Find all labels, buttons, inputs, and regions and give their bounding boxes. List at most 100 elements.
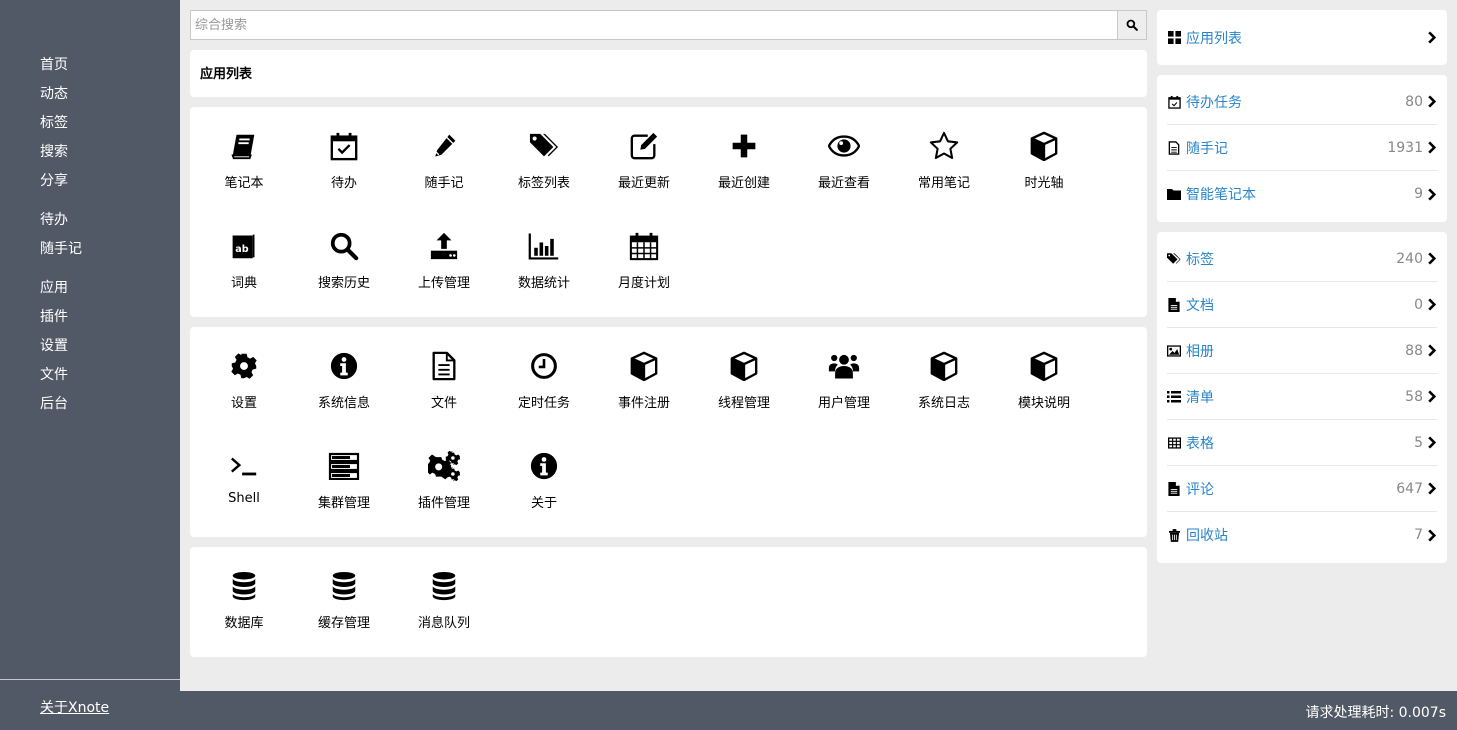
search-input[interactable] — [191, 11, 1117, 39]
sidebar-item-activity[interactable]: 动态 — [40, 84, 82, 113]
sidebar-item-admin[interactable]: 后台 — [40, 394, 82, 423]
cube-icon — [1028, 130, 1060, 162]
tags-icon — [528, 130, 560, 162]
right-item-count: 88 — [1405, 342, 1423, 359]
trash-icon — [1167, 528, 1181, 542]
app-label: 线程管理 — [717, 396, 770, 411]
right-item-count: 5 — [1414, 434, 1423, 451]
sidebar-item-tags[interactable]: 标签 — [40, 113, 82, 142]
app-label: 插件管理 — [417, 496, 470, 511]
calendar-check-icon — [1167, 95, 1181, 109]
right-list-item[interactable]: 随手记 1931 — [1167, 125, 1437, 171]
app-tile[interactable]: 搜索历史 — [294, 227, 394, 327]
sidebar-item-search[interactable]: 搜索 — [40, 142, 82, 171]
app-tile[interactable]: 标签列表 — [494, 127, 594, 227]
right-list-item[interactable]: 智能笔记本 9 — [1167, 171, 1437, 217]
app-tile[interactable]: 文件 — [394, 347, 494, 447]
app-label: 定时任务 — [517, 396, 570, 411]
app-tile[interactable]: 系统日志 — [894, 347, 994, 447]
app-label: 模块说明 — [1017, 396, 1070, 411]
sidebar-item-settings[interactable]: 设置 — [40, 336, 82, 365]
sidebar-item-share[interactable]: 分享 — [40, 171, 82, 200]
app-tile[interactable]: 缓存管理 — [294, 567, 394, 667]
pencil-icon — [428, 130, 460, 162]
app-tile[interactable]: 最近创建 — [694, 127, 794, 227]
search-button[interactable] — [1117, 11, 1146, 39]
sidebar-item-apps[interactable]: 应用 — [40, 278, 82, 307]
app-tile[interactable]: 月度计划 — [594, 227, 694, 327]
app-label: 上传管理 — [417, 276, 470, 291]
app-tile[interactable]: 消息队列 — [394, 567, 494, 667]
app-tile[interactable]: 设置 — [194, 347, 294, 447]
right-list-item[interactable]: 文档 0 — [1167, 282, 1437, 328]
app-label: 最近更新 — [617, 176, 670, 191]
about-xnote-link[interactable]: 关于Xnote — [40, 697, 109, 717]
app-tile[interactable]: 待办 — [294, 127, 394, 227]
sidebar-item-plugins[interactable]: 插件 — [40, 307, 82, 336]
app-tile[interactable]: 系统信息 — [294, 347, 394, 447]
chevron-right-icon — [1427, 252, 1437, 266]
app-tile[interactable]: 最近更新 — [594, 127, 694, 227]
app-tile[interactable]: 笔记本 — [194, 127, 294, 227]
app-tile[interactable]: 用户管理 — [794, 347, 894, 447]
app-tile[interactable]: Shell — [194, 447, 294, 547]
edit-icon — [628, 130, 660, 162]
right-list-item[interactable]: 相册 88 — [1167, 328, 1437, 374]
eye-icon — [828, 130, 860, 162]
right-item-count: 9 — [1414, 186, 1423, 202]
app-tile[interactable]: 线程管理 — [694, 347, 794, 447]
chevron-right-icon — [1427, 141, 1437, 155]
right-list-item[interactable]: 清单 58 — [1167, 374, 1437, 420]
right-list-item[interactable]: 标签 240 — [1167, 236, 1437, 282]
app-tile[interactable]: ab 词典 — [194, 227, 294, 327]
app-label: 标签列表 — [517, 176, 570, 191]
right-item-count: 7 — [1414, 527, 1423, 543]
sidebar-item-memo[interactable]: 随手记 — [40, 239, 82, 268]
app-tile[interactable]: 事件注册 — [594, 347, 694, 447]
search-icon — [328, 230, 360, 262]
book-icon — [228, 130, 260, 162]
app-tile[interactable]: 模块说明 — [994, 347, 1094, 447]
app-tile[interactable]: 随手记 — [394, 127, 494, 227]
app-label: 设置 — [230, 396, 257, 411]
sidebar-item-todo[interactable]: 待办 — [40, 210, 82, 239]
app-tile[interactable]: 数据统计 — [494, 227, 594, 327]
info-icon — [328, 350, 360, 382]
right-list-item[interactable]: 评论 647 — [1167, 466, 1437, 512]
app-label: 时光轴 — [1024, 176, 1064, 191]
users-icon — [828, 350, 860, 382]
sidebar-item-files[interactable]: 文件 — [40, 365, 82, 394]
app-label: 事件注册 — [617, 396, 670, 411]
sidebar-item-home[interactable]: 首页 — [40, 55, 82, 84]
app-section-notes: 笔记本 待办 随手记 标签列表 最近更新 最近创建 最近查看 常用笔记 时光轴 ab 词典 搜索历史 上… — [190, 107, 1147, 317]
table-icon — [1167, 436, 1181, 450]
svg-text:ab: ab — [235, 244, 248, 255]
app-label: 集群管理 — [317, 496, 370, 511]
app-tile[interactable]: 数据库 — [194, 567, 294, 667]
app-label: 随手记 — [424, 176, 464, 191]
app-section-system: 设置 系统信息 文件 定时任务 事件注册 线程管理 用户管理 系统日志 模块说明 Shell 集群管… — [190, 327, 1147, 537]
app-tile[interactable]: 定时任务 — [494, 347, 594, 447]
search-bar — [190, 10, 1147, 40]
right-group-2: 标签 240 文档 0 相册 88 清单 58 表格 5 评论 647 回收站 7 — [1157, 232, 1447, 563]
app-grid: 笔记本 待办 随手记 标签列表 最近更新 最近创建 最近查看 常用笔记 时光轴 ab 词典 搜索历史 上… — [194, 127, 1143, 327]
app-label: 笔记本 — [224, 176, 264, 191]
app-tile[interactable]: 上传管理 — [394, 227, 494, 327]
right-list-item[interactable]: 表格 5 — [1167, 420, 1437, 466]
app-tile[interactable]: 最近查看 — [794, 127, 894, 227]
app-tile[interactable]: 关于 — [494, 447, 594, 547]
right-list-item[interactable]: 待办任务 80 — [1167, 79, 1437, 125]
database-icon — [428, 570, 460, 602]
file-text-icon — [1167, 140, 1181, 155]
right-list-item[interactable]: 回收站 7 — [1167, 512, 1437, 558]
app-tile[interactable]: 插件管理 — [394, 447, 494, 547]
app-tile[interactable]: 集群管理 — [294, 447, 394, 547]
app-label: 消息队列 — [417, 616, 470, 631]
app-tile[interactable]: 常用笔记 — [894, 127, 994, 227]
chevron-right-icon — [1427, 390, 1437, 404]
app-label: 待办 — [330, 176, 357, 191]
right-app-list-link[interactable]: 应用列表 — [1167, 10, 1437, 65]
app-tile[interactable]: 时光轴 — [994, 127, 1094, 227]
